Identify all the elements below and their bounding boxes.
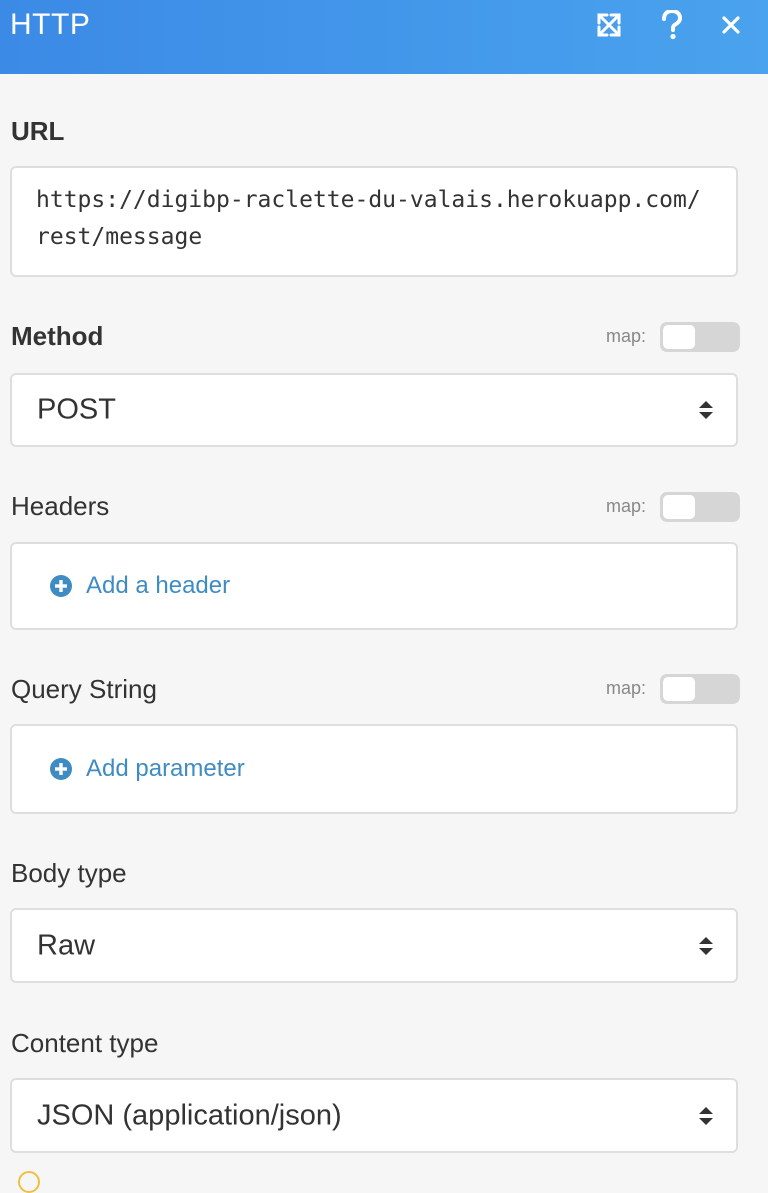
method-select-value: POST bbox=[37, 393, 116, 426]
method-label: Method bbox=[11, 321, 104, 351]
headers-map-label: map: bbox=[606, 496, 647, 516]
dialog-title: HTTP bbox=[10, 8, 91, 41]
headers-label: Headers bbox=[11, 491, 110, 521]
headers-box: Add a header bbox=[10, 542, 738, 630]
query-string-label: Query String bbox=[11, 674, 157, 704]
toggle-knob bbox=[663, 677, 695, 701]
expand-icon[interactable] bbox=[592, 8, 626, 42]
add-header-label: Add a header bbox=[86, 572, 231, 599]
method-map-toggle[interactable] bbox=[660, 322, 740, 352]
body-type-select[interactable]: Raw bbox=[10, 908, 738, 983]
content-type-select[interactable]: JSON (application/json) bbox=[10, 1078, 738, 1153]
query-string-map-toggle[interactable] bbox=[660, 674, 740, 704]
add-parameter-button[interactable]: Add parameter bbox=[50, 755, 245, 783]
url-field[interactable]: https://digibp-raclette-du-valais.heroku… bbox=[10, 166, 738, 277]
method-select[interactable]: POST bbox=[10, 373, 738, 447]
toggle-knob bbox=[663, 325, 695, 349]
select-arrows-icon bbox=[699, 936, 713, 955]
select-arrows-icon bbox=[699, 401, 713, 419]
add-parameter-label: Add parameter bbox=[86, 755, 245, 782]
url-label: URL bbox=[11, 116, 65, 146]
query-string-map-label: map: bbox=[606, 678, 647, 698]
toggle-knob bbox=[663, 495, 695, 519]
body-type-select-value: Raw bbox=[37, 929, 96, 961]
select-arrows-icon bbox=[699, 1106, 713, 1125]
close-icon[interactable] bbox=[714, 8, 748, 42]
plus-circle-icon bbox=[50, 758, 72, 780]
query-string-box: Add parameter bbox=[10, 724, 738, 814]
content-type-label: Content type bbox=[11, 1028, 159, 1058]
help-icon[interactable] bbox=[655, 8, 689, 42]
plus-circle-icon bbox=[50, 575, 72, 597]
hint-icon bbox=[18, 1171, 40, 1193]
content-type-select-value: JSON (application/json) bbox=[37, 1099, 342, 1131]
url-value[interactable]: https://digibp-raclette-du-valais.heroku… bbox=[36, 182, 706, 256]
body-type-label: Body type bbox=[11, 858, 127, 888]
headers-map-toggle[interactable] bbox=[660, 492, 740, 522]
method-map-label: map: bbox=[606, 326, 647, 346]
add-header-button[interactable]: Add a header bbox=[50, 572, 230, 600]
dialog-header: HTTP bbox=[0, 0, 768, 74]
